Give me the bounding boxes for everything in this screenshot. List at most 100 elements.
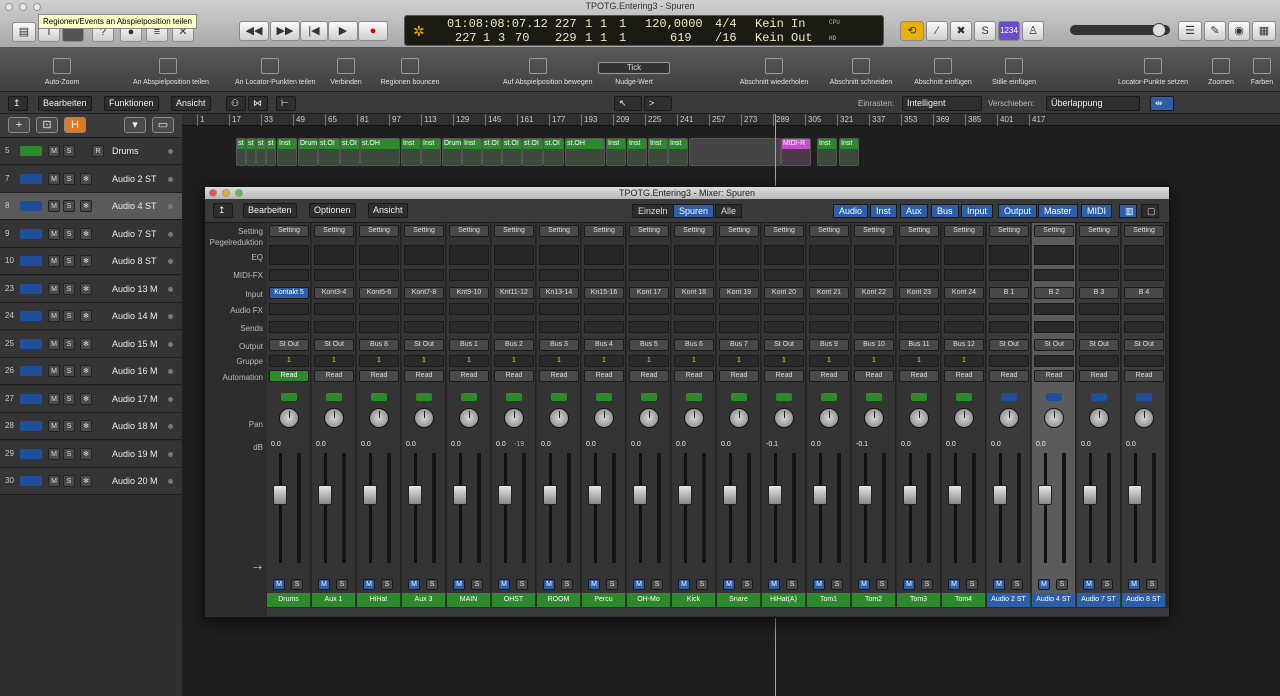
output-slot[interactable]: Bus 6 [674,339,714,351]
freeze-icon[interactable]: ✻ [80,447,92,460]
input-slot[interactable]: Kont 20 [764,287,804,299]
output-slot[interactable]: Bus 10 [854,339,894,351]
filter-midi[interactable]: MIDI [1081,204,1112,218]
setting-button[interactable]: Setting [809,225,849,237]
eq-display[interactable] [269,245,309,265]
audio-fx-slot[interactable] [494,303,534,315]
volume-fader[interactable] [768,485,782,505]
toolbar-control[interactable]: Tick Nudge-Wert [594,48,674,92]
group-slot[interactable]: 1 [719,355,759,367]
mute-button[interactable]: M [588,579,600,590]
solo-button[interactable]: S [786,579,798,590]
strip-name[interactable]: HiHat(A) [762,593,806,607]
group-slot[interactable]: 1 [629,355,669,367]
send-slot[interactable] [314,321,354,333]
send-slot[interactable] [1124,321,1164,333]
audio-fx-slot[interactable] [719,303,759,315]
group-slot[interactable] [1124,355,1164,367]
track-name[interactable]: Audio 14 M [112,311,158,321]
track-on-indicator[interactable] [168,451,173,457]
audio-fx-slot[interactable] [764,303,804,315]
midi-fx-slot[interactable] [359,269,399,281]
volume-value[interactable]: 0.0 [901,441,911,448]
rewind-button[interactable]: ◀◀ [239,21,269,41]
region[interactable]: Inst [401,138,421,166]
audio-fx-slot[interactable] [629,303,669,315]
toolbar-control[interactable]: Regionen bouncen [375,48,445,92]
track-header-row[interactable]: 5 M S R Drums [0,138,182,165]
browser-icon[interactable]: ▦ [1252,21,1276,41]
output-slot[interactable]: Bus 3 [539,339,579,351]
region[interactable]: st [266,138,276,166]
solo-button[interactable]: S [651,579,663,590]
midi-fx-slot[interactable] [854,269,894,281]
pan-knob[interactable] [729,408,749,428]
mute-button[interactable]: M [48,420,60,432]
midi-icon[interactable]: ⚇ [226,96,246,111]
input-slot[interactable]: Kont3-4 [314,287,354,299]
track-on-indicator[interactable] [168,479,173,484]
region[interactable] [689,138,781,166]
strip-view-icon[interactable]: ▥ [1119,204,1137,218]
volume-value[interactable]: 0.0 [406,441,416,448]
functions-menu[interactable]: Funktionen [104,96,159,111]
audio-fx-slot[interactable] [944,303,984,315]
collapse-icon[interactable]: ▭ [152,117,174,133]
solo-button[interactable]: S [63,282,75,295]
input-slot[interactable]: B 2 [1034,287,1074,299]
master-volume-knob[interactable] [1152,23,1166,37]
volume-fader[interactable] [498,485,512,505]
midi-fx-slot[interactable] [719,269,759,281]
track-name[interactable]: Audio 2 ST [112,174,157,184]
group-slot[interactable] [989,355,1029,367]
region[interactable]: Inst [462,138,482,166]
solo-button[interactable]: S [561,579,573,590]
region[interactable]: st [236,138,246,166]
mute-button[interactable]: M [1083,579,1095,590]
pan-knob[interactable] [774,408,794,428]
track-name[interactable]: Audio 15 M [112,339,158,349]
track-name[interactable]: Audio 16 M [112,366,158,376]
solo-button[interactable]: S [63,227,75,240]
solo-button[interactable]: S [876,579,888,590]
volume-fader[interactable] [993,485,1007,505]
zoom-sliders[interactable] [1180,98,1278,108]
region[interactable]: st.OH [360,138,400,166]
audio-fx-slot[interactable] [269,303,309,315]
pan-knob[interactable] [684,408,704,428]
mixer-edit-menu[interactable]: Bearbeiten [243,203,297,218]
solo-icon[interactable]: S [974,21,996,41]
solo-button[interactable]: S [63,255,75,267]
volume-value[interactable]: 0.0 [451,441,461,448]
volume-value[interactable]: 0.0 [316,441,326,448]
setting-button[interactable]: Setting [1124,225,1164,237]
library-icon[interactable]: ▤ [12,22,36,42]
region[interactable]: st.OI [522,138,543,166]
midi-fx-slot[interactable] [1079,269,1119,281]
eq-display[interactable] [764,245,804,265]
send-slot[interactable] [629,321,669,333]
pan-knob[interactable] [819,408,839,428]
key-out[interactable]: Kein Out [755,31,813,45]
eq-display[interactable] [674,245,714,265]
notepad-icon[interactable]: ✎ [1204,21,1226,41]
eq-display[interactable] [539,245,579,265]
mode-einzeln[interactable]: Einzeln [632,204,674,218]
input-slot[interactable]: Kontakt 5 [269,287,309,299]
send-slot[interactable] [539,321,579,333]
narrow-view-icon[interactable]: ▢ [1141,204,1159,218]
solo-button[interactable]: S [966,579,978,590]
setting-button[interactable]: Setting [1034,225,1074,237]
track-on-indicator[interactable] [168,396,173,402]
mute-button[interactable]: M [993,579,1005,590]
track-on-indicator[interactable] [168,149,173,154]
loop-browser-icon[interactable]: ◉ [1228,21,1250,41]
filter-bus[interactable]: Bus [931,204,959,218]
input-slot[interactable]: Kn15-16 [584,287,624,299]
group-slot[interactable]: 1 [809,355,849,367]
track-name[interactable]: Audio 17 M [112,394,158,404]
strip-name[interactable]: Tom3 [897,593,941,607]
send-slot[interactable] [764,321,804,333]
group-slot[interactable]: 1 [584,355,624,367]
solo-button[interactable]: S [63,310,75,322]
